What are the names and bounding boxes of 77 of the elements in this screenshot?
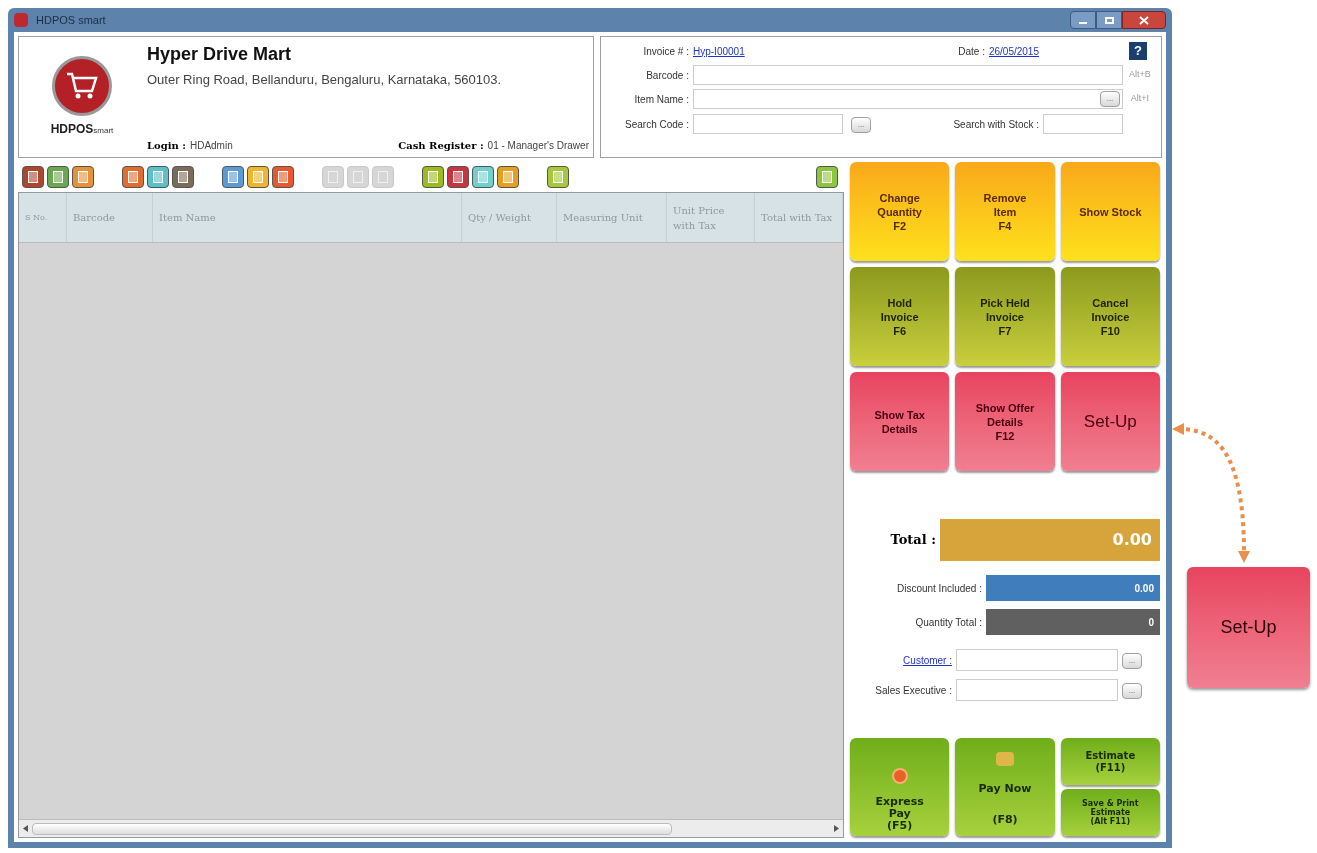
horizontal-scrollbar[interactable] bbox=[19, 819, 843, 837]
customer-link[interactable]: Customer : bbox=[850, 652, 956, 668]
sales-executive-label: Sales Executive : bbox=[874, 683, 953, 698]
set-up-callout: Set-Up bbox=[1187, 567, 1310, 688]
action-button[interactable]: Pick Held Invoice F7 bbox=[955, 267, 1055, 366]
maximize-icon[interactable] bbox=[1096, 11, 1122, 29]
save-print-estimate-button[interactable]: Save & Print Estimate (Alt F11) bbox=[1060, 789, 1160, 836]
invoice-number-link[interactable]: Hyp-I00001 bbox=[693, 43, 745, 59]
express-pay-button[interactable]: Express Pay (F5) bbox=[850, 738, 950, 836]
total-label: Total : bbox=[889, 531, 937, 550]
barcode-shortcut: Alt+B bbox=[1128, 68, 1152, 82]
pay-now-button[interactable]: Pay Now (F8) bbox=[955, 738, 1055, 836]
action-button[interactable]: Show Stock bbox=[1060, 162, 1160, 261]
toolbar-button[interactable] bbox=[247, 166, 269, 188]
search-code-field[interactable] bbox=[693, 114, 843, 134]
pay-now-key: (F8) bbox=[992, 811, 1018, 828]
toolbar-button[interactable] bbox=[472, 166, 494, 188]
logo-text: HDPOS bbox=[50, 121, 94, 138]
register-label: Cash Register : bbox=[398, 139, 484, 153]
customer-field[interactable] bbox=[956, 649, 1118, 671]
help-button[interactable]: ? bbox=[1129, 42, 1147, 60]
toolbar-button[interactable] bbox=[147, 166, 169, 188]
browse-button[interactable]: ... bbox=[1122, 682, 1142, 699]
estimate-button[interactable]: Estimate (F11) bbox=[1060, 738, 1160, 785]
browse-button[interactable]: ... bbox=[1100, 91, 1120, 107]
browse-button[interactable]: ... bbox=[1122, 652, 1142, 669]
browse-button[interactable]: ... bbox=[851, 116, 871, 133]
action-button[interactable]: Hold Invoice F6 bbox=[850, 267, 950, 366]
toolbar-button[interactable] bbox=[422, 166, 444, 188]
invoice-label: Invoice # : bbox=[642, 44, 690, 59]
action-button[interactable]: Show Offer Details F12 bbox=[955, 372, 1055, 471]
action-button[interactable]: Show Tax Details bbox=[850, 372, 950, 471]
action-button[interactable]: Set-Up bbox=[1060, 372, 1160, 471]
item-name-label: Item Name : bbox=[633, 92, 690, 107]
search-stock-label: Search with Stock : bbox=[953, 117, 1040, 132]
item-name-field[interactable]: ... bbox=[693, 89, 1123, 109]
search-stock-field[interactable] bbox=[1043, 114, 1123, 134]
date-label: Date : bbox=[958, 44, 986, 59]
login-value: HDAdmin bbox=[189, 139, 233, 153]
quantity-display: 0 bbox=[986, 609, 1160, 635]
toolbar-button[interactable] bbox=[447, 166, 469, 188]
search-code-label: Search Code : bbox=[624, 117, 690, 132]
login-label: Login : bbox=[147, 139, 186, 153]
date-link[interactable]: 26/05/2015 bbox=[988, 43, 1039, 59]
action-button[interactable]: Remove Item F4 bbox=[955, 162, 1055, 261]
sales-executive-field[interactable] bbox=[956, 679, 1118, 701]
action-button[interactable]: Cancel Invoice F10 bbox=[1060, 267, 1160, 366]
store-name: Hyper Drive Mart bbox=[147, 43, 293, 66]
close-icon[interactable] bbox=[1122, 11, 1166, 29]
toolbar-button[interactable] bbox=[222, 166, 244, 188]
store-address: Outer Ring Road, Bellanduru, Bengaluru, Karnataka, 560103. bbox=[147, 71, 503, 89]
discount-display: 0.00 bbox=[986, 575, 1160, 601]
barcode-label: Barcode : bbox=[645, 68, 690, 83]
item-name-shortcut: Alt+I bbox=[1129, 92, 1151, 106]
toolbar-button[interactable] bbox=[122, 166, 144, 188]
toolbar-button[interactable] bbox=[816, 166, 838, 188]
quantity-label: Quantity Total : bbox=[914, 615, 983, 630]
toolbar-button[interactable] bbox=[272, 166, 294, 188]
discount-label: Discount Included : bbox=[895, 581, 983, 596]
minimize-icon[interactable] bbox=[1070, 11, 1096, 29]
app-logo-icon bbox=[14, 13, 28, 27]
total-display: 0.00 bbox=[940, 519, 1160, 561]
toolbar-button[interactable] bbox=[547, 166, 569, 188]
toolbar-button[interactable] bbox=[22, 166, 44, 188]
pay-now-label: Pay Now bbox=[978, 780, 1032, 797]
window-title: HDPOS smart bbox=[36, 12, 106, 28]
scroll-right-icon[interactable] bbox=[834, 825, 839, 832]
toolbar-button[interactable] bbox=[47, 166, 69, 188]
toolbar-button[interactable] bbox=[72, 166, 94, 188]
toolbar-button[interactable] bbox=[172, 166, 194, 188]
scroll-left-icon[interactable] bbox=[23, 825, 28, 832]
register-value: 01 - Manager's Drawer bbox=[487, 139, 589, 153]
logo-subtext: smart bbox=[93, 126, 114, 137]
toolbar-button[interactable] bbox=[497, 166, 519, 188]
cart-logo-icon bbox=[52, 56, 112, 116]
barcode-field[interactable] bbox=[693, 65, 1123, 85]
action-button[interactable]: Change Quantity F2 bbox=[850, 162, 950, 261]
